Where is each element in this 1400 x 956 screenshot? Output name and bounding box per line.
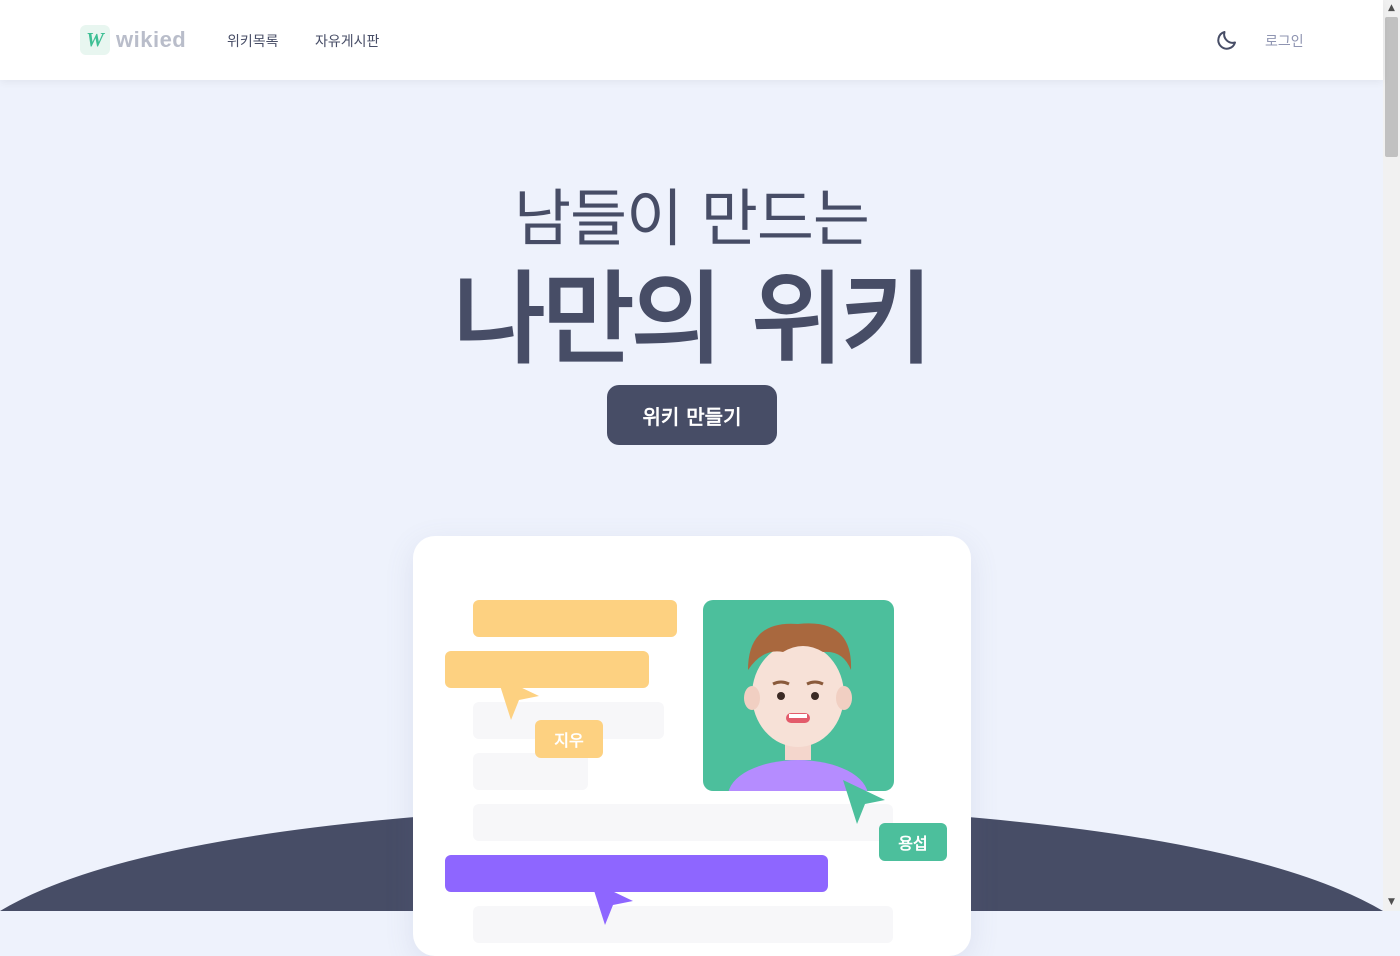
create-wiki-button[interactable]: 위키 만들기 [607, 385, 777, 445]
logo-text: wikied [116, 27, 187, 52]
nav-free-board[interactable]: 자유게시판 [315, 31, 379, 51]
user-tag-yongseop: 용섭 [879, 823, 947, 861]
logo-mark-icon: W [80, 25, 110, 55]
user-tag-jiwoo: 지우 [535, 720, 603, 758]
gray-placeholder-bar [473, 753, 588, 790]
yellow-text-bar [473, 600, 677, 637]
scroll-thumb[interactable] [1385, 17, 1398, 157]
yellow-text-bar [445, 651, 649, 688]
hero-title: 나만의 위키 [453, 261, 933, 378]
wiki-illustration-card: 지우 용섭 [413, 536, 971, 956]
moon-icon[interactable] [1215, 28, 1239, 52]
yellow-cursor-icon [497, 676, 539, 720]
scroll-up-arrow-icon[interactable]: ▲ [1383, 0, 1400, 17]
login-link[interactable]: 로그인 [1265, 31, 1304, 51]
nav-wiki-list[interactable]: 위키목록 [227, 31, 279, 51]
avatar-image [703, 600, 894, 791]
person-avatar-icon [728, 623, 868, 791]
scroll-down-arrow-icon[interactable]: ▼ [1383, 894, 1400, 911]
page-scrollbar[interactable]: ▲ ▼ [1383, 0, 1400, 911]
green-cursor-icon [843, 780, 885, 824]
logo[interactable]: W wikied [80, 25, 186, 55]
top-nav-bar: W wikied 위키목록 자유게시판 로그인 [0, 0, 1383, 80]
purple-cursor-icon [591, 881, 633, 925]
gray-placeholder-bar [473, 804, 893, 841]
gray-placeholder-bar [473, 906, 893, 943]
